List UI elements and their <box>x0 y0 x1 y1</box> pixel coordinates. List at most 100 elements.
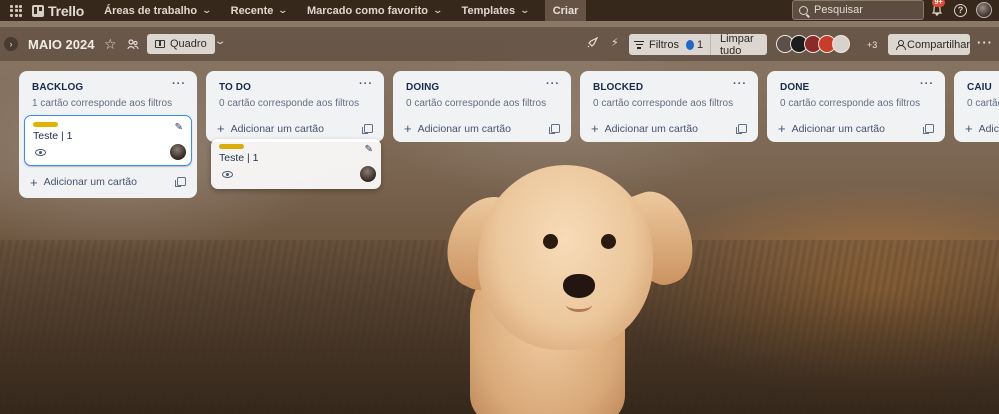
list-todo: TO DO ··· 0 cartão corresponde aos filtr… <box>206 71 384 142</box>
list-title[interactable]: BACKLOG <box>32 82 83 93</box>
watching-eye-icon <box>35 149 46 156</box>
add-card-label: Adicionar um cartão <box>43 176 137 188</box>
list-title[interactable]: CAIU <box>967 82 992 93</box>
list-done: DONE ··· 0 cartão corresponde aos filtro… <box>767 71 945 142</box>
more-members-count[interactable]: +3 <box>867 40 877 50</box>
list-header[interactable]: DOING ··· <box>393 71 571 98</box>
board-view-icon <box>155 40 165 48</box>
board-title[interactable]: MAIO 2024 <box>28 37 94 52</box>
filters-count: 1 <box>697 38 704 51</box>
add-card-label: Adicionar um cartão <box>230 122 324 135</box>
share-button[interactable]: Compartilhar <box>888 34 970 55</box>
list-filter-count: 1 cartão corresponde aos filtros <box>32 98 173 109</box>
background-puppy-nose <box>563 274 595 298</box>
edit-pencil-icon[interactable]: ✎ <box>175 122 183 133</box>
card-member-avatar[interactable] <box>360 166 376 182</box>
menu-starred[interactable]: Marcado como favorito ⌄ <box>306 4 444 17</box>
create-from-template-icon[interactable] <box>362 124 373 134</box>
search-input[interactable]: Pesquisar <box>792 0 924 20</box>
list-header[interactable]: CAIU ··· <box>954 71 999 98</box>
edit-pencil-icon[interactable]: ✎ <box>365 144 373 155</box>
plus-icon: + <box>778 121 786 136</box>
user-avatar[interactable] <box>976 2 992 18</box>
list-header[interactable]: BACKLOG ··· <box>19 71 197 98</box>
list-title[interactable]: TO DO <box>219 82 251 93</box>
list-filter-count: 0 cartão corresponde aos filtros <box>406 98 547 109</box>
power-ups-rocket-icon[interactable] <box>586 36 599 49</box>
create-button[interactable]: Criar <box>544 0 587 21</box>
filters-button[interactable]: Filtros 1 Limpar tudo <box>629 33 767 57</box>
menu-workspaces[interactable]: Áreas de trabalho ⌄ <box>104 4 213 17</box>
plus-icon: + <box>404 121 412 136</box>
filter-icon <box>634 40 644 49</box>
create-from-template-icon[interactable] <box>175 177 186 187</box>
list-title[interactable]: BLOCKED <box>593 82 643 93</box>
create-from-template-icon[interactable] <box>923 124 934 134</box>
filter-divider <box>710 34 711 55</box>
create-from-template-icon[interactable] <box>736 124 747 134</box>
create-from-template-icon[interactable] <box>549 124 560 134</box>
plus-icon: + <box>30 174 38 190</box>
list-filter-count: 0 cartão corresponde aos filtros <box>780 98 921 109</box>
board-members[interactable] <box>776 35 850 53</box>
card-title[interactable]: Teste | 1 <box>219 152 259 164</box>
list-title[interactable]: DONE <box>780 82 809 93</box>
list-header[interactable]: DONE ··· <box>767 71 945 98</box>
share-label: Compartilhar <box>907 38 970 51</box>
automation-bolt-icon[interactable]: ⚡ <box>611 36 619 49</box>
background-puppy-eye-right <box>601 234 616 249</box>
menu-templates[interactable]: Templates ⌄ <box>461 4 531 17</box>
add-card-button[interactable]: + Adicionar um cartão <box>954 115 999 142</box>
card-label[interactable] <box>219 144 244 149</box>
card-title[interactable]: Teste | 1 <box>33 130 73 142</box>
list-menu-icon[interactable]: ··· <box>172 78 186 90</box>
add-card-button[interactable]: + Adicionar um cartão <box>19 166 197 198</box>
chevron-down-icon: ⌄ <box>201 5 213 15</box>
search-placeholder: Pesquisar <box>814 4 863 16</box>
sidebar-expand-icon[interactable]: › <box>4 37 18 51</box>
list-menu-icon[interactable]: ··· <box>546 78 560 90</box>
menu-starred-label: Marcado como favorito <box>306 4 428 17</box>
list-menu-icon[interactable]: ··· <box>359 78 373 90</box>
chevron-down-icon: ⌄ <box>432 5 444 15</box>
board-view-button[interactable]: Quadro <box>147 34 215 54</box>
board-menu-more-icon[interactable]: ··· <box>977 35 993 50</box>
star-icon[interactable]: ☆ <box>104 36 117 53</box>
share-person-icon <box>896 40 907 50</box>
card[interactable]: Teste | 1 ✎ <box>24 115 192 166</box>
plus-icon: + <box>965 121 973 136</box>
workspace-visibility-icon[interactable] <box>127 38 139 50</box>
list-menu-icon[interactable]: ··· <box>733 78 747 90</box>
add-card-label: Adicionar um cartão <box>604 122 698 135</box>
background-puppy-head <box>478 165 653 350</box>
card-member-avatar[interactable] <box>170 144 186 160</box>
chevron-down-icon[interactable]: ⌄ <box>214 36 227 47</box>
add-card-button[interactable]: + Adicionar um cartão <box>206 115 384 142</box>
list-header[interactable]: BLOCKED ··· <box>580 71 758 98</box>
app-switcher-icon[interactable] <box>10 4 22 17</box>
menu-recent-label: Recente <box>230 4 274 17</box>
background-puppy-mouth <box>566 298 592 312</box>
add-card-label: Adicionar um cartão <box>417 122 511 135</box>
card-label[interactable] <box>33 122 58 127</box>
plus-icon: + <box>217 121 225 136</box>
dragging-card[interactable]: Teste | 1 ✎ <box>211 139 381 189</box>
list-menu-icon[interactable]: ··· <box>920 78 934 90</box>
clear-filters-button[interactable]: Limpar tudo <box>720 33 767 57</box>
chevron-down-icon: ⌄ <box>277 5 289 15</box>
menu-templates-label: Templates <box>461 4 516 17</box>
menu-recent[interactable]: Recente ⌄ <box>230 4 289 17</box>
list-viewport-clip: CAIU ··· 0 cartão corresponde aos filtro… <box>954 71 999 143</box>
list-title[interactable]: DOING <box>406 82 439 93</box>
list-header[interactable]: TO DO ··· <box>206 71 384 98</box>
member-avatar[interactable] <box>832 35 850 53</box>
menu-workspaces-label: Áreas de trabalho <box>104 4 198 17</box>
add-card-button[interactable]: + Adicionar um cartão <box>393 115 571 142</box>
add-card-button[interactable]: + Adicionar um cartão <box>580 115 758 142</box>
help-icon[interactable]: ? <box>954 4 967 17</box>
list-blocked: BLOCKED ··· 0 cartão corresponde aos fil… <box>580 71 758 142</box>
trello-logo[interactable]: Trello <box>32 3 84 19</box>
add-card-button[interactable]: + Adicionar um cartão <box>767 115 945 142</box>
list-filter-count: 0 cartão corresponde aos filtros <box>967 98 999 109</box>
chevron-down-icon: ⌄ <box>519 5 531 15</box>
